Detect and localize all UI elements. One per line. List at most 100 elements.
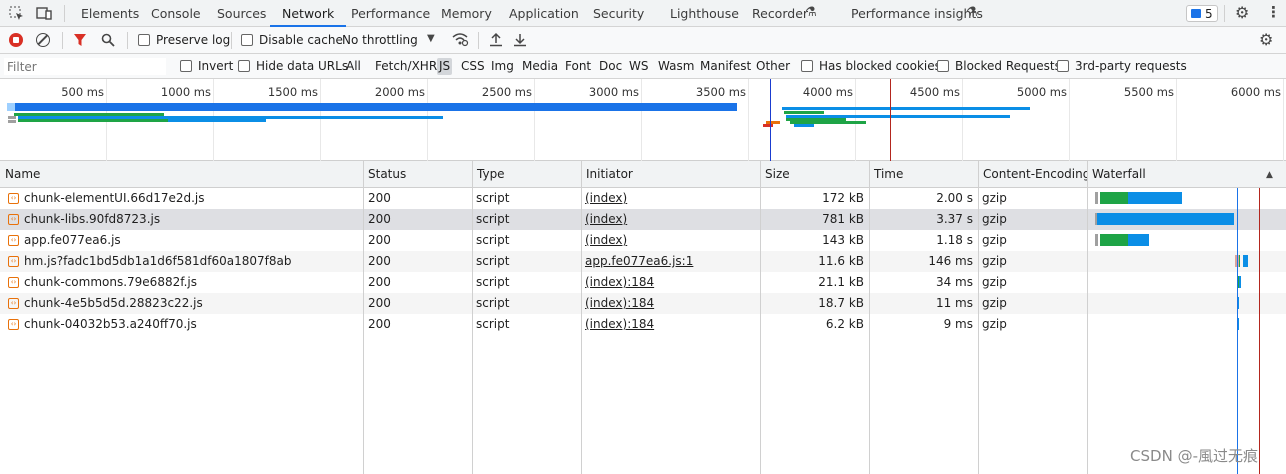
tab-memory[interactable]: Memory bbox=[441, 0, 492, 27]
type-filter-doc[interactable]: Doc bbox=[597, 58, 624, 75]
request-name: chunk-elementUI.66d17e2d.js bbox=[24, 191, 205, 205]
blocked-cookies-checkbox[interactable] bbox=[801, 60, 813, 72]
tab-network[interactable]: Network bbox=[270, 0, 347, 27]
request-initiator[interactable]: (index):184 bbox=[585, 314, 755, 335]
overview-request-bar bbox=[8, 120, 16, 123]
tab-lighthouse[interactable]: Lighthouse bbox=[670, 0, 739, 27]
column-header-name[interactable]: Name bbox=[0, 161, 363, 188]
request-time: 9 ms bbox=[943, 317, 973, 331]
column-header-content-encoding[interactable]: Content-Encoding bbox=[978, 161, 1090, 188]
table-row[interactable]: ‹› app.fe077ea6.js 200 script (index) 143 kB 1… bbox=[0, 230, 1286, 251]
column-header-type[interactable]: Type bbox=[472, 161, 581, 188]
filter-funnel-icon[interactable] bbox=[73, 33, 87, 50]
overview-tick: 6000 ms bbox=[1230, 85, 1281, 99]
overview-tick: 1000 ms bbox=[160, 85, 211, 99]
waterfall-bar-segment bbox=[1243, 255, 1248, 267]
blocked-requests-checkbox[interactable] bbox=[937, 60, 949, 72]
type-filter-font[interactable]: Font bbox=[563, 58, 593, 75]
waterfall-bar-segment bbox=[1100, 192, 1128, 204]
type-filter-wasm[interactable]: Wasm bbox=[656, 58, 696, 75]
preserve-log-checkbox[interactable] bbox=[138, 34, 150, 46]
issues-badge[interactable]: 5 bbox=[1186, 5, 1218, 22]
network-conditions-wifi-icon[interactable] bbox=[451, 32, 469, 50]
tab-recorder[interactable]: Recorder bbox=[752, 0, 808, 27]
load-event-line bbox=[890, 79, 891, 161]
third-party-checkbox[interactable] bbox=[1057, 60, 1069, 72]
waterfall-bar-segment bbox=[1128, 234, 1149, 246]
inspect-element-icon[interactable] bbox=[9, 6, 24, 24]
clear-icon[interactable] bbox=[36, 33, 50, 47]
request-initiator[interactable]: (index):184 bbox=[585, 272, 755, 293]
invert-checkbox[interactable] bbox=[180, 60, 192, 72]
request-time: 3.37 s bbox=[936, 212, 973, 226]
table-row[interactable]: ‹› chunk-4e5b5d5d.28823c22.js 200 script (in… bbox=[0, 293, 1286, 314]
hide-data-urls-checkbox[interactable] bbox=[238, 60, 250, 72]
table-row[interactable]: ‹› chunk-04032b53.a240ff70.js 200 script (in… bbox=[0, 314, 1286, 335]
table-row[interactable]: ‹› chunk-commons.79e6882f.js 200 script (ind… bbox=[0, 272, 1286, 293]
device-toolbar-icon[interactable] bbox=[36, 6, 52, 24]
disable-cache-label: Disable cache bbox=[259, 33, 343, 47]
type-filter-other[interactable]: Other bbox=[754, 58, 792, 75]
sort-ascending-icon[interactable]: ▲ bbox=[1266, 170, 1273, 180]
request-size: 21.1 kB bbox=[818, 275, 864, 289]
export-har-download-icon[interactable] bbox=[513, 32, 527, 50]
experiment-flask-icon: ⚗ bbox=[805, 5, 817, 20]
request-initiator[interactable]: app.fe077ea6.js:1 bbox=[585, 251, 755, 272]
type-filter-media[interactable]: Media bbox=[520, 58, 560, 75]
tab-performance-insights[interactable]: Performance insights bbox=[851, 0, 983, 27]
request-initiator[interactable]: (index):184 bbox=[585, 293, 755, 314]
column-header-status[interactable]: Status bbox=[363, 161, 472, 188]
waterfall-bar-segment bbox=[1095, 234, 1098, 246]
request-name: chunk-libs.90fd8723.js bbox=[24, 212, 161, 226]
column-header-initiator[interactable]: Initiator bbox=[581, 161, 760, 188]
tab-application[interactable]: Application bbox=[509, 0, 579, 27]
settings-gear-icon[interactable]: ⚙ bbox=[1235, 5, 1249, 21]
disable-cache-checkbox[interactable] bbox=[241, 34, 253, 46]
tab-security[interactable]: Security bbox=[593, 0, 644, 27]
request-initiator[interactable]: (index) bbox=[585, 188, 755, 209]
request-status: 200 bbox=[368, 233, 391, 247]
type-filter-all[interactable]: All bbox=[344, 58, 363, 75]
tab-sources[interactable]: Sources bbox=[217, 0, 266, 27]
table-row[interactable]: ‹› hm.js?fadc1bd5db1a1d6f581df60a1807f8ab… bbox=[0, 251, 1286, 272]
request-size: 18.7 kB bbox=[818, 296, 864, 310]
overview-tick: 500 ms bbox=[61, 85, 104, 99]
type-filter-img[interactable]: Img bbox=[489, 58, 516, 75]
filter-input[interactable] bbox=[4, 58, 166, 75]
import-har-upload-icon[interactable] bbox=[489, 32, 503, 50]
request-initiator[interactable]: (index) bbox=[585, 230, 755, 251]
overview-request-bar bbox=[794, 124, 814, 127]
tab-elements[interactable]: Elements bbox=[81, 0, 139, 27]
column-header-waterfall[interactable]: Waterfall bbox=[1087, 161, 1286, 188]
request-size: 781 kB bbox=[822, 212, 864, 226]
request-type: script bbox=[476, 233, 510, 247]
type-filter-css[interactable]: CSS bbox=[459, 58, 487, 75]
waterfall-bar-segment bbox=[1100, 234, 1128, 246]
type-filter-manifest[interactable]: Manifest bbox=[698, 58, 753, 75]
hide-data-urls-label: Hide data URLs bbox=[256, 59, 349, 73]
divider bbox=[64, 5, 65, 22]
network-overview-timeline[interactable]: 500 ms 1000 ms 1500 ms 2000 ms 2500 ms 3… bbox=[0, 79, 1286, 161]
tab-performance[interactable]: Performance bbox=[351, 0, 430, 27]
table-row[interactable]: ‹› chunk-elementUI.66d17e2d.js 200 script (i… bbox=[0, 188, 1286, 209]
message-icon bbox=[1191, 9, 1201, 18]
divider bbox=[231, 32, 232, 49]
type-filter-js[interactable]: JS bbox=[437, 58, 453, 75]
type-filter-ws[interactable]: WS bbox=[627, 58, 650, 75]
throttling-select[interactable]: No throttling bbox=[342, 33, 418, 47]
column-header-time[interactable]: Time bbox=[869, 161, 978, 188]
overview-tick: 5000 ms bbox=[1016, 85, 1067, 99]
overview-request-bar bbox=[168, 119, 266, 122]
overview-tick: 3000 ms bbox=[588, 85, 639, 99]
more-options-icon[interactable]: ⋮ bbox=[1266, 5, 1281, 20]
tab-console[interactable]: Console bbox=[151, 0, 201, 27]
network-settings-gear-icon[interactable]: ⚙ bbox=[1259, 32, 1273, 48]
column-header-size[interactable]: Size bbox=[760, 161, 869, 188]
table-row[interactable]: ‹› chunk-libs.90fd8723.js 200 script (index)… bbox=[0, 209, 1286, 230]
stop-recording-icon[interactable] bbox=[9, 33, 23, 47]
type-filter-fetch-xhr[interactable]: Fetch/XHR bbox=[373, 58, 439, 75]
search-icon[interactable] bbox=[101, 33, 115, 50]
script-file-icon: ‹› bbox=[8, 214, 19, 225]
request-initiator[interactable]: (index) bbox=[585, 209, 755, 230]
chevron-down-icon[interactable]: ▼ bbox=[427, 34, 435, 44]
